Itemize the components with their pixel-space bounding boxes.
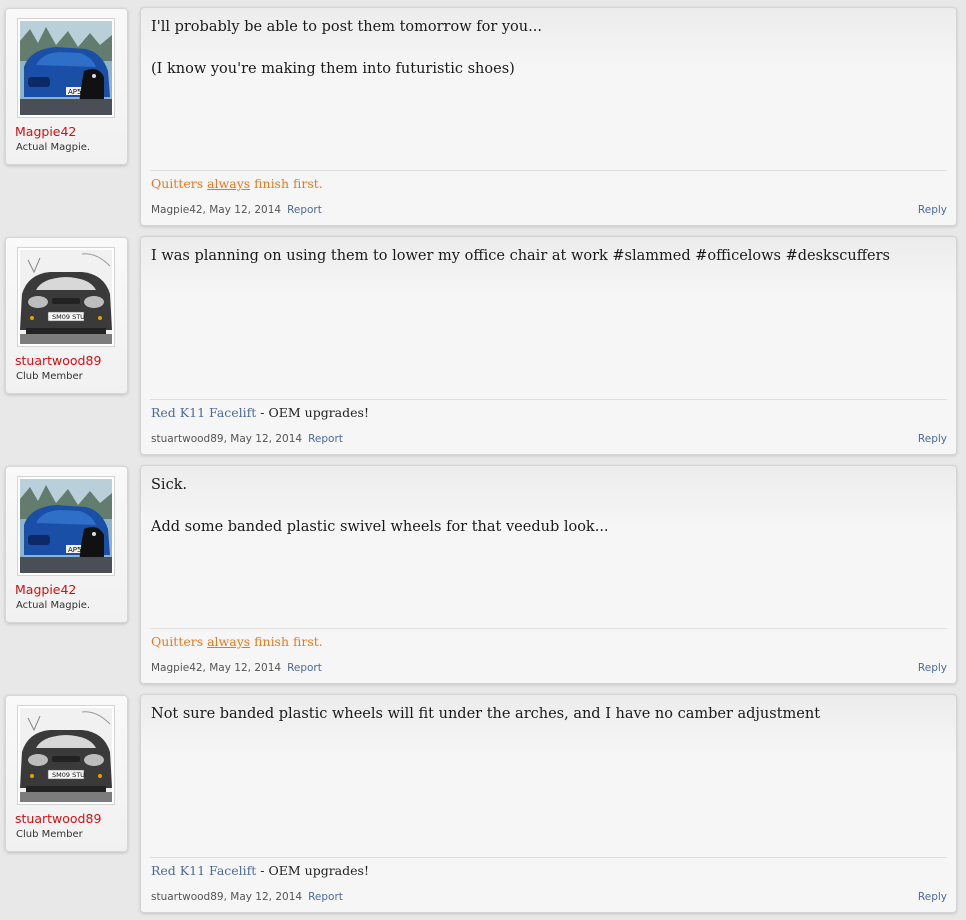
signature-text: Quitters xyxy=(151,634,208,649)
forum-post: AP5 Magpie42 Actual Magpie. Sick. Add some … xyxy=(0,465,966,686)
blue-car-avatar: AP5 xyxy=(20,21,112,115)
message-text: Sick. Add some banded plastic swivel whee… xyxy=(151,475,941,559)
meta-author[interactable]: stuartwood89, xyxy=(151,891,227,903)
user-info-card: SM09 STU stuartwood89 Club Member xyxy=(5,237,128,394)
signature-link[interactable]: Red K11 Facelift xyxy=(151,863,256,878)
message-body: I'll probably be able to post them tomor… xyxy=(140,7,957,226)
post-meta: Magpie42, May 12, 2014 Report xyxy=(151,662,322,674)
svg-text:SM09 STU: SM09 STU xyxy=(52,313,85,321)
report-link[interactable]: Report xyxy=(308,433,343,445)
signature-text: Quitters xyxy=(151,176,208,191)
signature-divider xyxy=(150,857,947,858)
svg-text:AP5: AP5 xyxy=(68,546,81,554)
meta-author[interactable]: stuartwood89, xyxy=(151,433,227,445)
avatar[interactable]: AP5 xyxy=(17,18,115,118)
report-link[interactable]: Report xyxy=(287,662,322,674)
avatar[interactable]: SM09 STU xyxy=(17,705,115,805)
meta-author[interactable]: Magpie42, xyxy=(151,662,206,674)
message-paragraph: Add some banded plastic swivel wheels fo… xyxy=(151,519,609,535)
message-text: I'll probably be able to post them tomor… xyxy=(151,17,941,101)
username-link[interactable]: stuartwood89 xyxy=(15,353,101,368)
signature-text: finish first. xyxy=(250,176,323,191)
signature-divider xyxy=(150,170,947,171)
user-title: Club Member xyxy=(16,371,83,382)
message-body: Not sure banded plastic wheels will fit … xyxy=(140,694,957,913)
reply-link[interactable]: Reply xyxy=(918,433,947,445)
reply-link[interactable]: Reply xyxy=(918,204,947,216)
signature-link[interactable]: always xyxy=(207,176,250,191)
post-date[interactable]: May 12, 2014 xyxy=(209,204,281,216)
message-text: I was planning on using them to lower my… xyxy=(151,246,941,288)
grey-car-avatar: SM09 STU xyxy=(20,708,112,802)
forum-post: AP5 Magpie42 Actual Magpie. I'll probably … xyxy=(0,7,966,228)
svg-text:SM09 STU: SM09 STU xyxy=(52,771,85,779)
avatar[interactable]: SM09 STU xyxy=(17,247,115,347)
forum-post: SM09 STU stuartwood89 Club Member Not sure… xyxy=(0,694,966,915)
signature: Red K11 Facelift - OEM upgrades! xyxy=(151,405,369,420)
signature-text: finish first. xyxy=(250,634,323,649)
signature-divider xyxy=(150,628,947,629)
svg-text:AP5: AP5 xyxy=(68,88,81,96)
username-link[interactable]: stuartwood89 xyxy=(15,811,101,826)
report-link[interactable]: Report xyxy=(308,891,343,903)
user-title: Club Member xyxy=(16,829,83,840)
message-paragraph: I was planning on using them to lower my… xyxy=(151,248,890,264)
user-info-card: AP5 Magpie42 Actual Magpie. xyxy=(5,8,128,165)
post-meta: stuartwood89, May 12, 2014 Report xyxy=(151,433,343,445)
message-paragraph: Sick. xyxy=(151,477,188,493)
message-body: I was planning on using them to lower my… xyxy=(140,236,957,455)
post-date[interactable]: May 12, 2014 xyxy=(209,662,281,674)
report-link[interactable]: Report xyxy=(287,204,322,216)
grey-car-avatar: SM09 STU xyxy=(20,250,112,344)
signature: Quitters always finish first. xyxy=(151,176,323,191)
signature: Quitters always finish first. xyxy=(151,634,323,649)
signature-text: - OEM upgrades! xyxy=(256,863,369,878)
reply-link[interactable]: Reply xyxy=(918,662,947,674)
meta-author[interactable]: Magpie42, xyxy=(151,204,206,216)
message-body: Sick. Add some banded plastic swivel whee… xyxy=(140,465,957,684)
message-paragraph: (I know you're making them into futurist… xyxy=(151,61,515,77)
post-date[interactable]: May 12, 2014 xyxy=(230,891,302,903)
avatar[interactable]: AP5 xyxy=(17,476,115,576)
signature-divider xyxy=(150,399,947,400)
message-paragraph: I'll probably be able to post them tomor… xyxy=(151,19,542,35)
user-info-card: SM09 STU stuartwood89 Club Member xyxy=(5,695,128,852)
forum-post: SM09 STU stuartwood89 Club Member I was pl… xyxy=(0,236,966,457)
user-info-card: AP5 Magpie42 Actual Magpie. xyxy=(5,466,128,623)
message-paragraph: Not sure banded plastic wheels will fit … xyxy=(151,706,821,722)
signature-text: - OEM upgrades! xyxy=(256,405,369,420)
user-title: Actual Magpie. xyxy=(16,600,91,611)
signature-link[interactable]: always xyxy=(207,634,250,649)
post-meta: Magpie42, May 12, 2014 Report xyxy=(151,204,322,216)
reply-link[interactable]: Reply xyxy=(918,891,947,903)
signature: Red K11 Facelift - OEM upgrades! xyxy=(151,863,369,878)
post-date[interactable]: May 12, 2014 xyxy=(230,433,302,445)
signature-link[interactable]: Red K11 Facelift xyxy=(151,405,256,420)
post-meta: stuartwood89, May 12, 2014 Report xyxy=(151,891,343,903)
user-title: Actual Magpie. xyxy=(16,142,91,153)
blue-car-avatar: AP5 xyxy=(20,479,112,573)
message-text: Not sure banded plastic wheels will fit … xyxy=(151,704,941,746)
username-link[interactable]: Magpie42 xyxy=(15,124,76,139)
username-link[interactable]: Magpie42 xyxy=(15,582,76,597)
